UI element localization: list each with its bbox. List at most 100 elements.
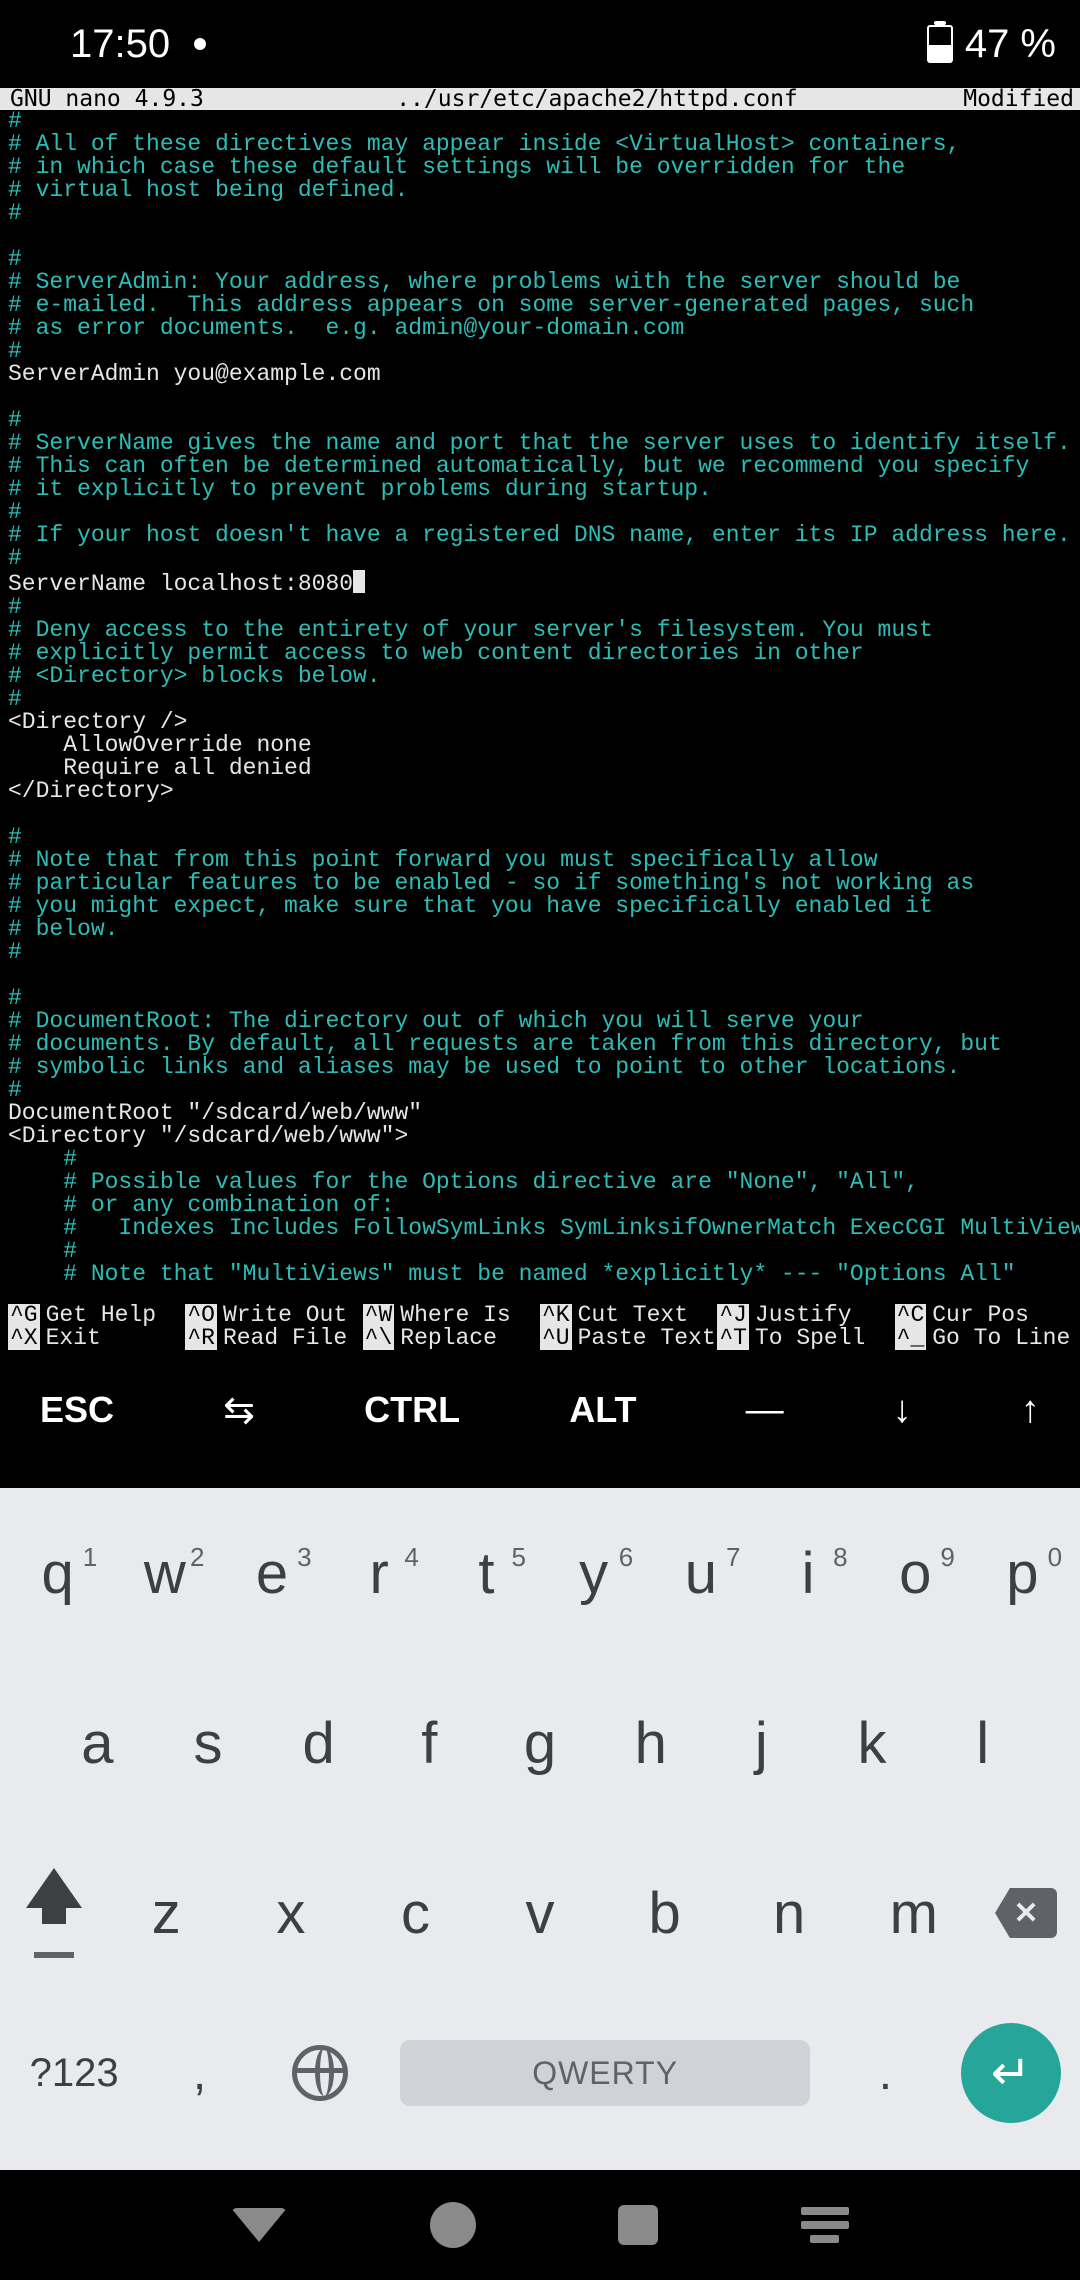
enter-key[interactable]: ↵ bbox=[961, 2023, 1061, 2123]
editor-line: # bbox=[8, 1240, 1072, 1263]
shortcut-key: ^_ bbox=[895, 1327, 927, 1350]
nano-modified-flag: Modified bbox=[954, 88, 1080, 110]
shortcut-key: ^\ bbox=[363, 1327, 395, 1350]
extra-key[interactable]: ↓ bbox=[893, 1389, 912, 1432]
key-d[interactable]: d bbox=[263, 1710, 374, 1777]
key-hint: 7 bbox=[726, 1542, 740, 1573]
editor-line: # bbox=[8, 1148, 1072, 1171]
shortcut-key: ^U bbox=[540, 1327, 572, 1350]
shift-key[interactable] bbox=[4, 1833, 104, 1993]
key-i[interactable]: 8i bbox=[754, 1540, 861, 1607]
editor-line: ServerAdmin you@example.com bbox=[8, 363, 1072, 386]
key-q[interactable]: 1q bbox=[4, 1540, 111, 1607]
editor-line: # you might expect, make sure that you h… bbox=[8, 895, 1072, 918]
space-key[interactable]: QWERTY bbox=[400, 2040, 810, 2106]
nano-shortcut: ^WWhere Is bbox=[363, 1304, 540, 1327]
nano-shortcut: ^JJustify bbox=[717, 1304, 894, 1327]
nano-file-path: ../usr/etc/apache2/httpd.conf bbox=[240, 88, 954, 110]
backspace-key[interactable]: ✕ bbox=[976, 1833, 1076, 1993]
shortcut-key: ^O bbox=[185, 1304, 217, 1327]
key-hint: 9 bbox=[940, 1542, 954, 1573]
key-r[interactable]: 4r bbox=[326, 1540, 433, 1607]
nano-shortcut: ^TTo Spell bbox=[717, 1327, 894, 1350]
key-b[interactable]: b bbox=[602, 1880, 727, 1947]
shortcut-label: Read File bbox=[223, 1327, 347, 1350]
extra-key[interactable]: ⇆ bbox=[223, 1388, 255, 1433]
shortcut-label: Cur Pos bbox=[932, 1304, 1029, 1327]
editor-line bbox=[8, 386, 1072, 409]
nav-back-icon[interactable] bbox=[231, 2208, 287, 2242]
shortcut-key: ^K bbox=[540, 1304, 572, 1327]
editor-line: # bbox=[8, 501, 1072, 524]
key-a[interactable]: a bbox=[42, 1710, 153, 1777]
editor-line: # All of these directives may appear ins… bbox=[8, 133, 1072, 156]
backspace-icon: ✕ bbox=[995, 1888, 1057, 1938]
extra-key[interactable]: ESC bbox=[40, 1389, 114, 1431]
editor-line: # or any combination of: bbox=[8, 1194, 1072, 1217]
key-g[interactable]: g bbox=[485, 1710, 596, 1777]
editor-line: # bbox=[8, 987, 1072, 1010]
key-h[interactable]: h bbox=[595, 1710, 706, 1777]
editor-line: # documents. By default, all requests ar… bbox=[8, 1033, 1072, 1056]
key-l[interactable]: l bbox=[927, 1710, 1038, 1777]
editor-line: # in which case these default settings w… bbox=[8, 156, 1072, 179]
key-e[interactable]: 3e bbox=[218, 1540, 325, 1607]
nav-recent-icon[interactable] bbox=[618, 2205, 658, 2245]
extra-key[interactable]: ALT bbox=[569, 1389, 636, 1431]
shortcut-label: To Spell bbox=[755, 1327, 865, 1350]
key-y[interactable]: 6y bbox=[540, 1540, 647, 1607]
editor-line: # virtual host being defined. bbox=[8, 179, 1072, 202]
editor-line: # symbolic links and aliases may be used… bbox=[8, 1056, 1072, 1079]
key-f[interactable]: f bbox=[374, 1710, 485, 1777]
shortcut-key: ^W bbox=[363, 1304, 395, 1327]
extra-key[interactable]: ↑ bbox=[1021, 1389, 1040, 1432]
nano-shortcut: ^CCur Pos bbox=[895, 1304, 1072, 1327]
key-hint: 6 bbox=[619, 1542, 633, 1573]
nav-keyboard-icon[interactable] bbox=[801, 2207, 849, 2243]
nav-home-icon[interactable] bbox=[430, 2202, 476, 2248]
android-nav-bar bbox=[0, 2170, 1080, 2280]
extra-key[interactable]: CTRL bbox=[364, 1389, 460, 1431]
status-bar: 17:50 47 % bbox=[0, 0, 1080, 88]
key-u[interactable]: 7u bbox=[647, 1540, 754, 1607]
nano-shortcut: ^G Get Help bbox=[8, 1304, 185, 1327]
key-x[interactable]: x bbox=[229, 1880, 354, 1947]
editor-line bbox=[8, 803, 1072, 826]
editor-line bbox=[8, 964, 1072, 987]
nano-shortcut: ^XExit bbox=[8, 1327, 185, 1350]
key-m[interactable]: m bbox=[851, 1880, 976, 1947]
key-k[interactable]: k bbox=[817, 1710, 928, 1777]
comma-key[interactable]: , bbox=[159, 2046, 239, 2101]
status-time: 17:50 bbox=[70, 22, 170, 67]
key-t[interactable]: 5t bbox=[433, 1540, 540, 1607]
key-hint: 5 bbox=[512, 1542, 526, 1573]
symbols-key[interactable]: ?123 bbox=[19, 2051, 129, 2096]
editor-line: # bbox=[8, 340, 1072, 363]
editor-line: # as error documents. e.g. admin@your-do… bbox=[8, 317, 1072, 340]
editor-line: # Deny access to the entirety of your se… bbox=[8, 619, 1072, 642]
key-hint: 8 bbox=[833, 1542, 847, 1573]
language-key[interactable] bbox=[270, 2045, 370, 2101]
key-o[interactable]: 9o bbox=[862, 1540, 969, 1607]
period-key[interactable]: . bbox=[840, 2046, 930, 2101]
editor-line: # If your host doesn't have a registered… bbox=[8, 524, 1072, 547]
shortcut-key: ^G bbox=[8, 1304, 40, 1327]
extra-key[interactable]: ― bbox=[746, 1389, 784, 1432]
shortcut-key: ^X bbox=[8, 1327, 40, 1350]
key-n[interactable]: n bbox=[727, 1880, 852, 1947]
key-j[interactable]: j bbox=[706, 1710, 817, 1777]
key-p[interactable]: 0p bbox=[969, 1540, 1076, 1607]
key-v[interactable]: v bbox=[478, 1880, 603, 1947]
nano-app-name: GNU nano 4.9.3 bbox=[0, 88, 240, 110]
shortcut-key: ^R bbox=[185, 1327, 217, 1350]
editor-line: # ServerAdmin: Your address, where probl… bbox=[8, 271, 1072, 294]
nano-footer: ^GGet Help^OWrite Out^WWhere Is^KCut Tex… bbox=[0, 1304, 1080, 1350]
shortcut-label: Go To Line bbox=[932, 1327, 1070, 1350]
editor-body[interactable]: # # All of these directives may appear in… bbox=[0, 110, 1080, 1286]
shortcut-label: Get Help bbox=[46, 1304, 156, 1327]
key-w[interactable]: 2w bbox=[111, 1540, 218, 1607]
key-c[interactable]: c bbox=[353, 1880, 478, 1947]
editor-line: # bbox=[8, 596, 1072, 619]
key-z[interactable]: z bbox=[104, 1880, 229, 1947]
key-s[interactable]: s bbox=[153, 1710, 264, 1777]
